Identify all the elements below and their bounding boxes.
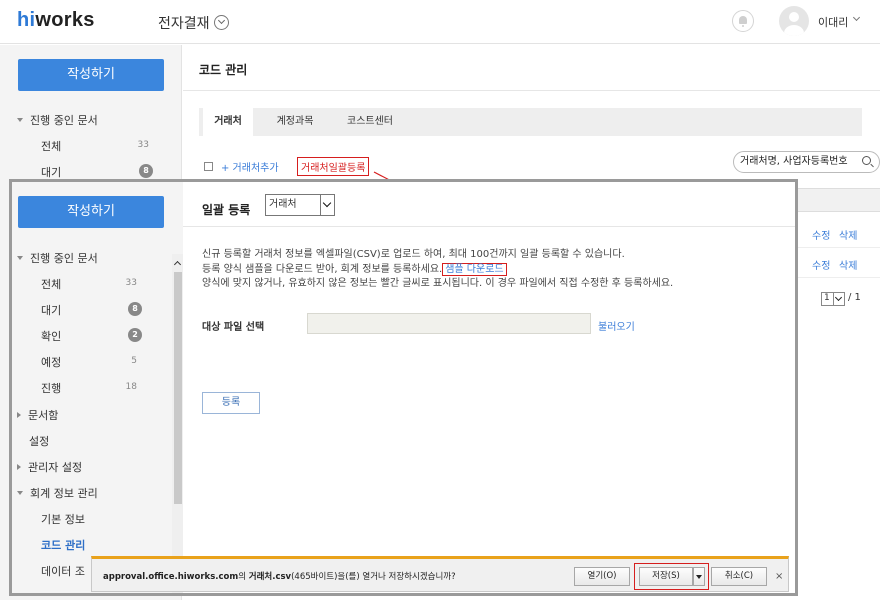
form-title: 일괄 등록 (202, 203, 251, 217)
sidebar-section-in-progress[interactable]: 진행 중인 문서 (17, 112, 98, 128)
dropdown-arrow-icon (833, 293, 844, 305)
sidebar (12, 182, 183, 593)
browse-link[interactable]: 불러오기 (598, 318, 635, 333)
description-line: 등록 양식 샘플을 다운로드 받아, 회계 정보를 등록하세요. 샘플 다운로드 (202, 260, 507, 276)
save-options-dropdown[interactable] (693, 567, 705, 586)
sidebar-item-settings[interactable]: 설정 (29, 433, 49, 449)
tab-vendor[interactable]: 거래처 (203, 108, 253, 136)
page-title: 코드 관리 (199, 63, 248, 77)
sidebar-section-admin[interactable]: 관리자 설정 (17, 459, 82, 475)
sidebar-item-confirm[interactable]: 확인 (41, 328, 61, 344)
page-total: / 1 (848, 292, 861, 303)
sidebar-badge-waiting: 8 (139, 164, 153, 178)
scrollbar-thumb[interactable] (174, 272, 182, 504)
tab-account[interactable]: 계정과목 (263, 108, 327, 136)
divider (183, 90, 880, 91)
caret-down-icon (17, 491, 23, 495)
bell-icon[interactable] (732, 10, 754, 32)
caret-down-icon (17, 256, 23, 260)
caret-down-icon (17, 118, 23, 122)
top-header: hiworks 전자결재 이대리 (0, 0, 880, 44)
row-divider (796, 247, 880, 248)
page-select[interactable]: 1 (821, 292, 845, 306)
sidebar-item-basic-info[interactable]: 기본 정보 (41, 511, 85, 527)
sidebar-item-waiting[interactable]: 대기 (41, 302, 61, 318)
sidebar-badge-confirm: 2 (128, 328, 142, 342)
select-all-checkbox[interactable] (204, 162, 213, 171)
open-button[interactable]: 열기(O) (574, 567, 630, 586)
avatar-icon[interactable] (779, 6, 809, 36)
register-button[interactable]: 등록 (202, 392, 260, 414)
tab-cost-center[interactable]: 코스트센터 (335, 108, 405, 136)
sidebar-count-in-progress: 18 (125, 382, 137, 392)
divider (183, 226, 795, 227)
table-header (796, 188, 880, 212)
dropdown-arrow-icon (320, 195, 334, 215)
sidebar-item-all[interactable]: 전체 (41, 276, 61, 292)
download-message: approval.office.hiworks.com의 거래처.csv(465… (103, 572, 456, 582)
row-edit-link[interactable]: 수정 (812, 227, 830, 242)
sidebar-item-scheduled[interactable]: 예정 (41, 354, 61, 370)
sidebar-count-scheduled: 5 (131, 356, 137, 366)
search-input[interactable]: 거래처명, 사업자등록번호 (733, 151, 880, 173)
bulk-register-link[interactable]: 거래처일괄등록 (297, 157, 370, 176)
bulk-register-panel: 작성하기 진행 중인 문서 전체 33 대기 8 확인 2 예정 5 진행 18… (9, 179, 798, 596)
scroll-up-icon[interactable] (173, 259, 182, 268)
description-line: 신규 등록할 거래처 정보를 엑셀파일(CSV)로 업로드 하여, 최대 100… (202, 249, 625, 260)
save-button[interactable]: 저장(S) (639, 567, 693, 586)
compose-button[interactable]: 작성하기 (18, 196, 164, 228)
bulk-register-form: 일괄 등록 거래처 신규 등록할 거래처 정보를 엑셀파일(CSV)로 업로드 … (183, 182, 795, 593)
sidebar-count-all: 33 (125, 278, 137, 288)
type-select[interactable]: 거래처 (265, 194, 335, 216)
row-edit-link[interactable]: 수정 (812, 257, 830, 272)
sidebar-item-all[interactable]: 전체 (41, 138, 61, 154)
row-delete-link[interactable]: 삭제 (839, 227, 857, 242)
caret-right-icon (17, 412, 21, 418)
compose-button[interactable]: 작성하기 (18, 59, 164, 91)
chevron-circle-down-icon[interactable] (214, 15, 229, 30)
sidebar-section-in-progress[interactable]: 진행 중인 문서 (17, 250, 98, 266)
file-path-field[interactable] (307, 313, 591, 334)
sidebar-count-all: 33 (137, 140, 149, 150)
sidebar-item-waiting[interactable]: 대기 (41, 164, 61, 180)
caret-right-icon (17, 464, 21, 470)
sidebar-item-code-management[interactable]: 코드 관리 (41, 537, 85, 553)
add-vendor-link[interactable]: + 거래처추가 (221, 159, 279, 174)
cancel-button[interactable]: 취소(C) (711, 567, 767, 586)
sidebar-badge-waiting: 8 (128, 302, 142, 316)
sidebar-item-data[interactable]: 데이터 조 (41, 563, 85, 579)
row-delete-link[interactable]: 삭제 (839, 257, 857, 272)
app-title[interactable]: 전자결재 (158, 13, 210, 33)
sidebar-section-accounting[interactable]: 회계 정보 관리 (17, 485, 98, 501)
sidebar-section-archive[interactable]: 문서함 (17, 407, 58, 423)
row-divider (796, 277, 880, 278)
tab-bar: 거래처 계정과목 코스트센터 (199, 108, 862, 136)
user-name[interactable]: 이대리 (818, 14, 848, 30)
description-line: 양식에 맞지 않거나, 유효하지 않은 정보는 빨간 글씨로 표시됩니다. 이 … (202, 278, 674, 289)
sidebar-item-in-progress[interactable]: 진행 (41, 380, 61, 396)
search-icon[interactable] (862, 156, 871, 165)
close-icon[interactable]: × (775, 571, 783, 582)
chevron-down-icon[interactable] (852, 13, 861, 22)
download-bar: approval.office.hiworks.com의 거래처.csv(465… (91, 556, 789, 592)
hiworks-logo[interactable]: hiworks (17, 9, 95, 32)
file-select-label: 대상 파일 선택 (202, 322, 265, 333)
